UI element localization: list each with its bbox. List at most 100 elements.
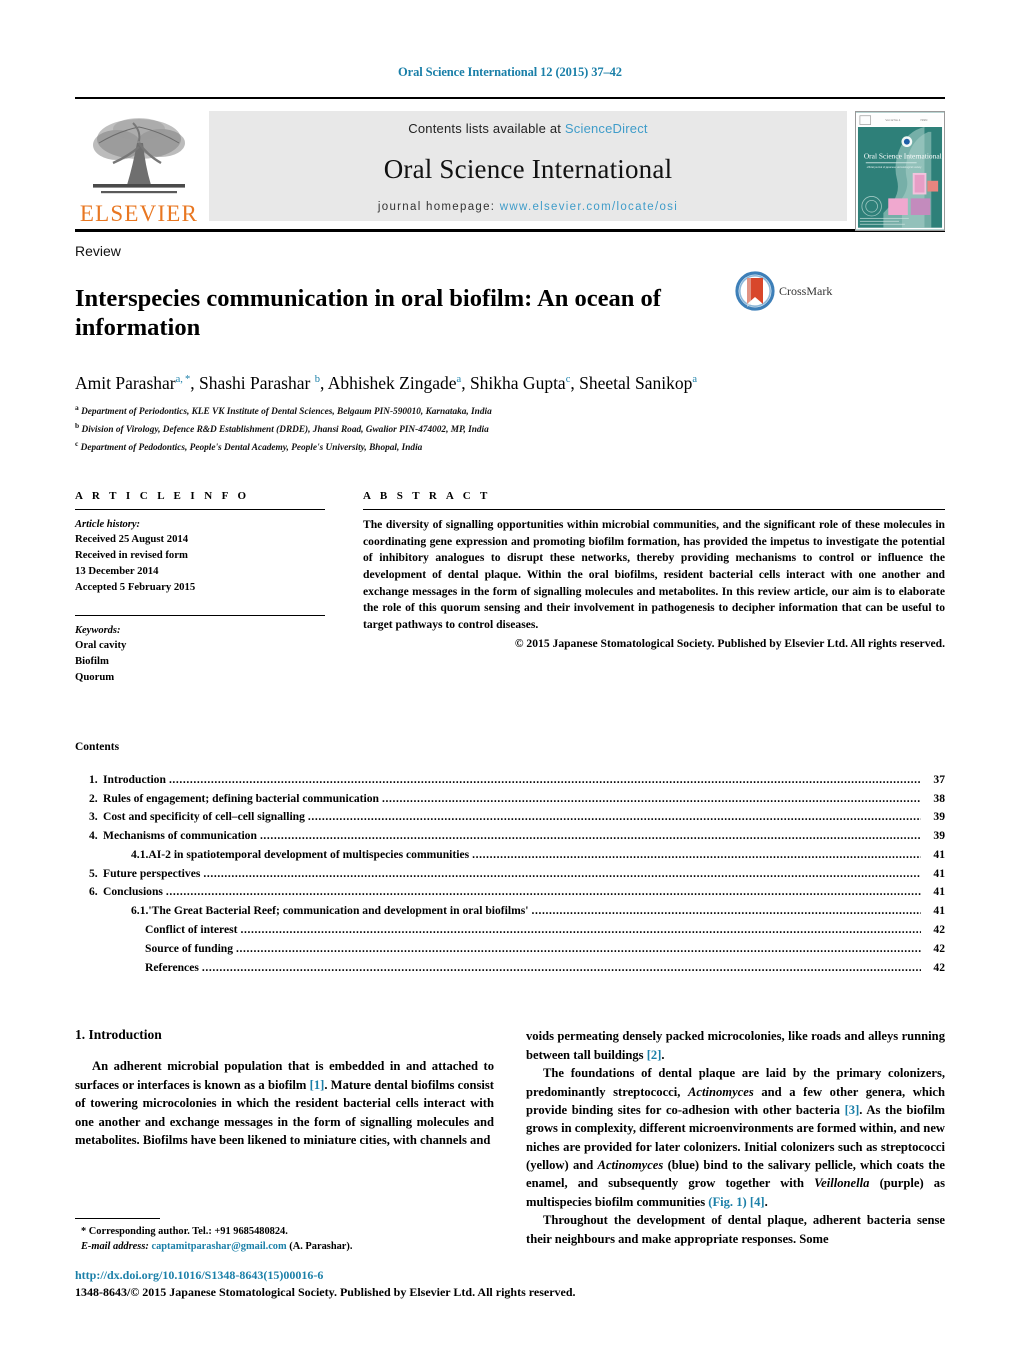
crossmark-label: CrossMark xyxy=(779,283,833,298)
toc-label: Rules of engagement; defining bacterial … xyxy=(103,791,379,805)
keywords-rule xyxy=(75,614,325,616)
toc-leader-dots: ........................................… xyxy=(240,923,921,937)
table-of-contents: 1. Introduction..........................… xyxy=(75,771,945,978)
toc-row[interactable]: 1. Introduction..........................… xyxy=(75,771,945,790)
corresponding-author-footnote: * Corresponding author. Tel.: +91 968548… xyxy=(75,1217,505,1255)
svg-text:official journal of japanese s: official journal of japanese stomatologi… xyxy=(867,166,922,169)
footnote-email-line: E-mail address: captamitparashar@gmail.c… xyxy=(75,1239,505,1255)
keyword-item: Oral cavity xyxy=(75,639,127,652)
toc-label: Source of funding xyxy=(145,941,234,955)
toc-page-number: 42 xyxy=(933,960,945,974)
keyword-item: Quorum xyxy=(75,670,115,683)
toc-leader-dots: ........................................… xyxy=(165,885,921,899)
toc-number: 4. xyxy=(89,829,98,843)
journal-band: Contents lists available at ScienceDirec… xyxy=(209,111,847,221)
doi-link[interactable]: http://dx.doi.org/10.1016/S1348-8643(15)… xyxy=(75,1267,775,1284)
keywords-label: Keywords: xyxy=(75,624,121,636)
footer-block: http://dx.doi.org/10.1016/S1348-8643(15)… xyxy=(75,1267,775,1301)
toc-label: Mechanisms of communication xyxy=(103,829,257,843)
toc-row[interactable]: Source of funding.......................… xyxy=(75,940,945,959)
journal-title: Oral Science International xyxy=(383,153,673,184)
keywords-block: Keywords: Oral cavity Biofilm Quorum xyxy=(75,623,325,686)
crossmark-badge[interactable]: CrossMark xyxy=(735,271,832,311)
article-history-block: Article history: Received 25 August 2014… xyxy=(75,517,325,596)
body-columns: 1. Introduction An adherent microbial po… xyxy=(75,1027,945,1248)
history-revised-date: 13 December 2014 xyxy=(75,565,159,578)
toc-page-number: 37 xyxy=(933,772,945,786)
info-abstract-section: A R T I C L E I N F O Article history: R… xyxy=(75,490,945,686)
article-page: Oral Science International 12 (2015) 37–… xyxy=(0,0,1020,1351)
journal-cover-art: Vol.12 No.1 ISSN Oral Science Internatio… xyxy=(856,112,944,230)
toc-page-number: 42 xyxy=(933,941,945,955)
article-info-heading: A R T I C L E I N F O xyxy=(75,489,250,502)
toc-label: Conflict of interest xyxy=(145,923,238,937)
article-history-label: Article history: xyxy=(75,518,141,530)
issn-copyright-line: 1348-8643/© 2015 Japanese Stomatological… xyxy=(75,1285,576,1300)
abstract-text: The diversity of signalling opportunitie… xyxy=(363,517,945,632)
journal-homepage-line: journal homepage: www.elsevier.com/locat… xyxy=(378,201,678,213)
toc-leader-dots: ........................................… xyxy=(201,960,921,974)
toc-label: AI-2 in spatiotemporal development of mu… xyxy=(148,847,470,861)
email-address-label: E-mail address: xyxy=(81,1241,149,1253)
abstract-column: A B S T R A C T The diversity of signall… xyxy=(363,490,945,686)
article-info-rule xyxy=(75,508,325,510)
sciencedirect-link[interactable]: ScienceDirect xyxy=(565,121,648,136)
paragraph-intro-1-cont: voids permeating densely packed microcol… xyxy=(526,1029,945,1062)
toc-number: 1. xyxy=(89,772,98,786)
contents-lists-prefix: Contents lists available at xyxy=(408,121,565,136)
toc-page-number: 41 xyxy=(933,847,945,861)
affiliation-marker-c: c xyxy=(75,438,79,448)
toc-number: 4.1. xyxy=(131,847,149,861)
toc-label: References xyxy=(145,960,199,974)
affiliation-marker-a: a xyxy=(75,402,79,412)
abstract-copyright: © 2015 Japanese Stomatological Society. … xyxy=(514,636,945,650)
page-title: Interspecies communication in oral biofi… xyxy=(75,285,661,342)
affiliation-list: a Department of Periodontics, KLE VK Ins… xyxy=(75,402,945,456)
toc-page-number: 39 xyxy=(933,810,945,824)
toc-leader-dots: ........................................… xyxy=(381,791,921,805)
toc-row[interactable]: 6. Conclusions...........................… xyxy=(75,883,945,902)
toc-leader-dots: ........................................… xyxy=(203,866,921,880)
toc-page-number: 38 xyxy=(933,791,945,805)
keyword-item: Biofilm xyxy=(75,655,109,668)
homepage-url-link[interactable]: www.elsevier.com/locate/osi xyxy=(500,201,678,213)
toc-page-number: 41 xyxy=(933,904,945,918)
history-received: Received 25 August 2014 xyxy=(75,533,189,546)
toc-number: 6. xyxy=(89,885,98,899)
toc-leader-dots: ........................................… xyxy=(472,847,921,861)
journal-masthead: ELSEVIER Contents lists available at Sci… xyxy=(75,97,945,232)
svg-text:Oral Science International: Oral Science International xyxy=(864,151,942,160)
toc-label: 'The Great Bacterial Reef; communication… xyxy=(148,904,529,918)
toc-row[interactable]: 3. Cost and specificity of cell–cell sign… xyxy=(75,808,945,827)
toc-page-number: 39 xyxy=(933,829,945,843)
toc-row[interactable]: References..............................… xyxy=(75,959,945,978)
toc-row[interactable]: 4.1. AI-2 in spatiotemporal development o… xyxy=(75,846,945,865)
elsevier-tree-icon xyxy=(93,118,185,194)
contents-heading: Contents xyxy=(75,740,120,753)
footnote-corresponding: * Corresponding author. Tel.: +91 968548… xyxy=(81,1225,288,1237)
affiliation-text-c: Department of Pedodontics, People's Dent… xyxy=(80,442,423,453)
article-info-column: A R T I C L E I N F O Article history: R… xyxy=(75,490,325,686)
toc-leader-dots: ........................................… xyxy=(307,810,921,824)
toc-label: Introduction xyxy=(103,772,166,786)
toc-row[interactable]: 4. Mechanisms of communication...........… xyxy=(75,827,945,846)
homepage-prefix: journal homepage: xyxy=(377,201,500,213)
toc-row[interactable]: 2. Rules of engagement; defining bacteria… xyxy=(75,790,945,809)
paragraph-intro-2: The foundations of dental plaque are lai… xyxy=(526,1066,946,1209)
toc-row[interactable]: 5. Future perspectives...................… xyxy=(75,865,945,884)
elsevier-logo: ELSEVIER xyxy=(75,105,203,227)
toc-row[interactable]: 6.1. 'The Great Bacterial Reef; communica… xyxy=(75,902,945,921)
title-row: Interspecies communication in oral biofi… xyxy=(75,269,945,360)
toc-page-number: 41 xyxy=(933,866,945,880)
toc-number: 6.1. xyxy=(131,904,149,918)
footnote-rule xyxy=(75,1217,160,1219)
toc-page-number: 41 xyxy=(933,885,945,899)
section-heading-introduction: 1. Introduction xyxy=(75,1027,162,1043)
email-address-suffix: (A. Parashar). xyxy=(289,1241,353,1253)
body-column-left: 1. Introduction An adherent microbial po… xyxy=(75,1027,494,1248)
toc-row[interactable]: Conflict of interest....................… xyxy=(75,921,945,940)
affiliation-c: c Department of Pedodontics, People's De… xyxy=(75,438,945,456)
contents-section: Contents 1. Introduction.................… xyxy=(75,741,945,978)
affiliation-marker-b: b xyxy=(75,420,80,430)
email-address-link[interactable]: captamitparashar@gmail.com xyxy=(151,1241,286,1252)
